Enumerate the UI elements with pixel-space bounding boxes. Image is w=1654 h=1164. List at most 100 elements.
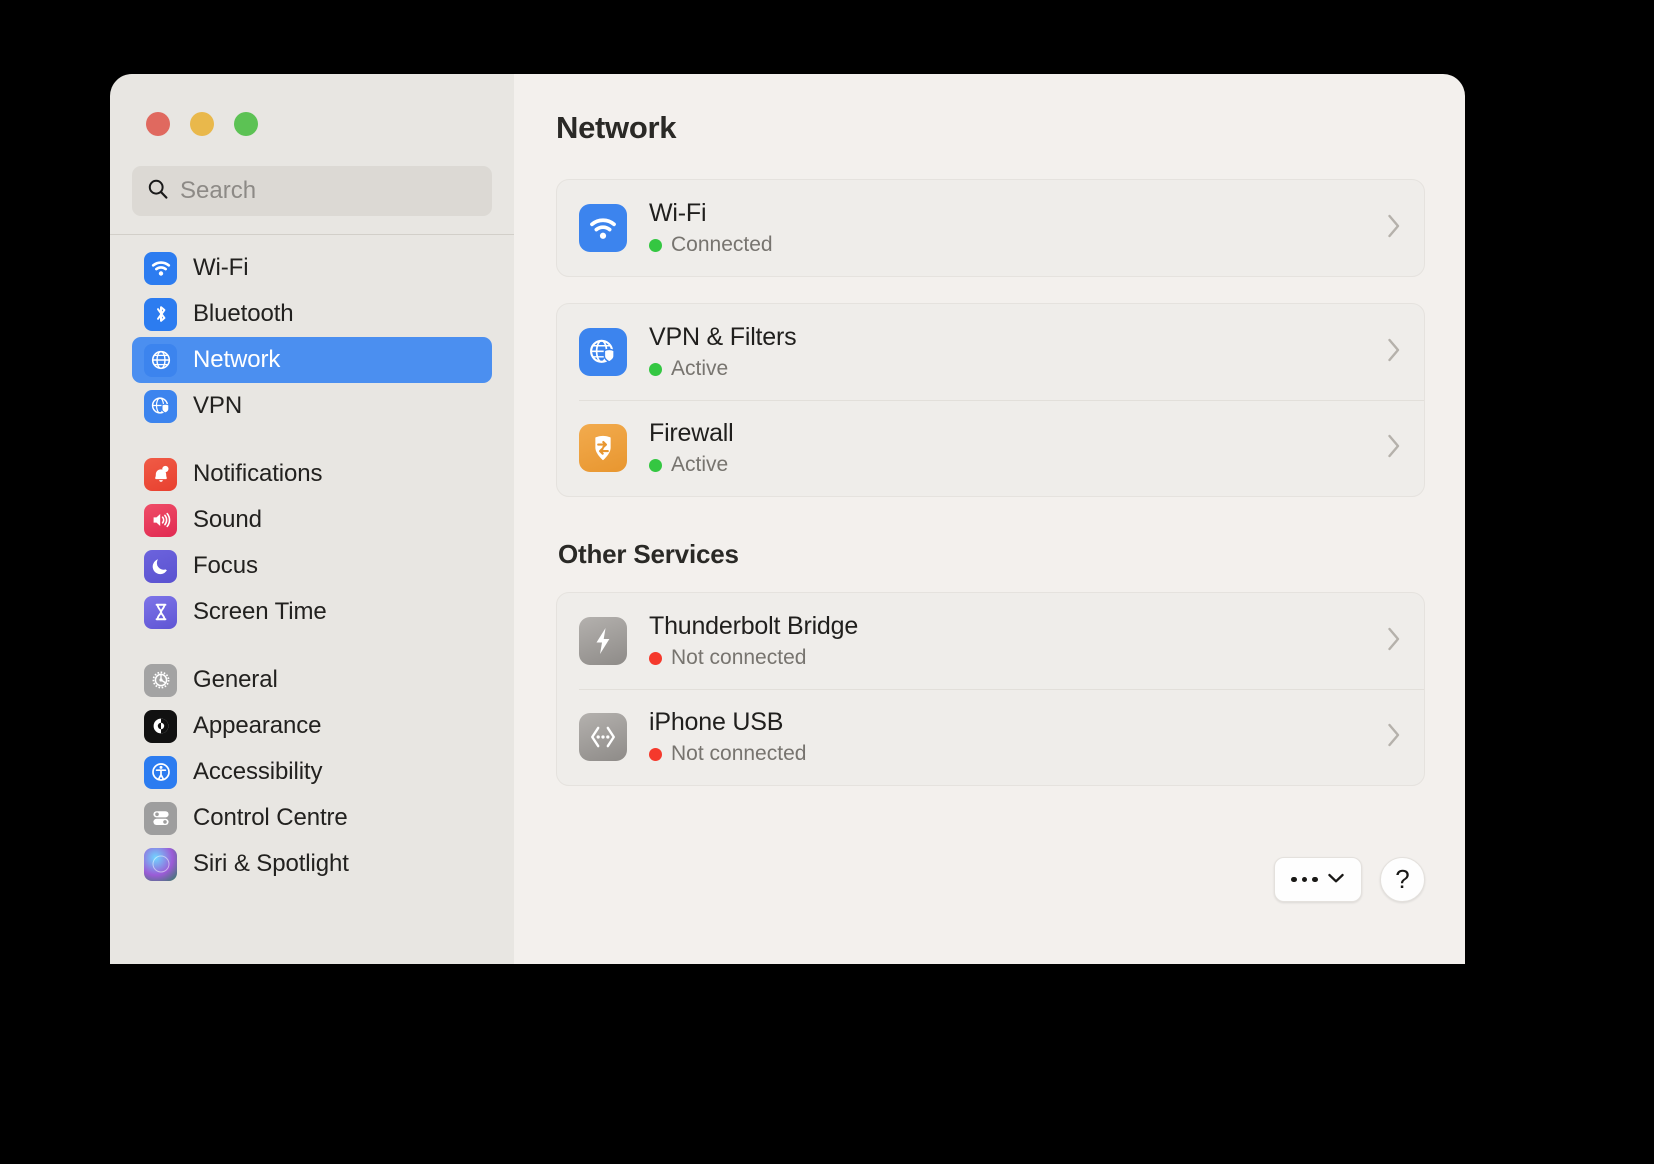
service-row-wi-fi[interactable]: Wi-Fi Connected bbox=[557, 180, 1424, 276]
service-title: Wi-Fi bbox=[649, 199, 707, 227]
thunderbolt-icon bbox=[579, 617, 627, 665]
wifi-icon bbox=[579, 204, 627, 252]
status-dot-green bbox=[649, 458, 662, 472]
sidebar-item-label: Notifications bbox=[193, 460, 323, 487]
bluetooth-icon bbox=[144, 297, 177, 331]
moon-icon bbox=[144, 549, 177, 583]
status-label: Not connected bbox=[671, 742, 807, 765]
service-row-vpn-and-filters[interactable]: VPN & Filters Active bbox=[557, 304, 1424, 400]
system-settings-window: Wi-Fi Bluetooth bbox=[110, 74, 1465, 964]
service-status: Not connected bbox=[649, 742, 1372, 766]
service-status: Active bbox=[649, 453, 1372, 477]
ellipsis-icon bbox=[1291, 876, 1318, 883]
sidebar-item-label: Sound bbox=[193, 506, 262, 533]
chevron-right-icon[interactable] bbox=[1386, 337, 1402, 368]
service-title: Thunderbolt Bridge bbox=[649, 612, 859, 640]
sidebar-group-connectivity: Wi-Fi Bluetooth Network VPN bbox=[132, 245, 492, 429]
status-dot-green bbox=[649, 238, 662, 252]
chevron-right-icon[interactable] bbox=[1386, 626, 1402, 657]
accessibility-icon bbox=[144, 755, 177, 789]
wifi-icon bbox=[144, 251, 177, 285]
search-box[interactable] bbox=[132, 166, 492, 216]
sidebar-item-network[interactable]: Network bbox=[132, 337, 492, 383]
service-title: Firewall bbox=[649, 419, 734, 447]
sidebar-item-bluetooth[interactable]: Bluetooth bbox=[132, 291, 492, 337]
status-label: Active bbox=[671, 453, 729, 476]
window-controls bbox=[110, 74, 514, 152]
sidebar-item-accessibility[interactable]: Accessibility bbox=[132, 749, 492, 795]
hourglass-icon bbox=[144, 595, 177, 629]
service-status: Not connected bbox=[649, 646, 1372, 670]
chevron-right-icon[interactable] bbox=[1386, 213, 1402, 244]
sidebar-item-screen-time[interactable]: Screen Time bbox=[132, 589, 492, 635]
service-row-thunderbolt-bridge[interactable]: Thunderbolt Bridge Not connected bbox=[557, 593, 1424, 689]
sidebar-item-focus[interactable]: Focus bbox=[132, 543, 492, 589]
sidebar-item-siri-and-spotlight[interactable]: Siri & Spotlight bbox=[132, 841, 492, 887]
service-row-iphone-usb[interactable]: iPhone USB Not connected bbox=[557, 689, 1424, 785]
service-title: iPhone USB bbox=[649, 708, 784, 736]
globe-icon bbox=[144, 343, 177, 377]
sidebar-item-label: Appearance bbox=[193, 712, 322, 739]
sidebar-item-sound[interactable]: Sound bbox=[132, 497, 492, 543]
sidebar-item-appearance[interactable]: Appearance bbox=[132, 703, 492, 749]
service-text: Firewall Active bbox=[649, 419, 1372, 477]
sidebar-item-label: VPN bbox=[193, 392, 243, 419]
sidebar-item-general[interactable]: General bbox=[132, 657, 492, 703]
screen: Wi-Fi Bluetooth bbox=[0, 0, 1654, 1164]
status-dot-red bbox=[649, 747, 662, 761]
status-dot-red bbox=[649, 651, 662, 665]
sidebar-item-label: Control Centre bbox=[193, 804, 348, 831]
status-dot-green bbox=[649, 362, 662, 376]
sidebar-item-label: General bbox=[193, 666, 278, 693]
page-title: Network bbox=[556, 110, 677, 145]
service-status: Active bbox=[649, 357, 1372, 381]
sidebar-item-label: Bluetooth bbox=[193, 300, 294, 327]
chevron-right-icon[interactable] bbox=[1386, 722, 1402, 753]
sidebar-item-label: Accessibility bbox=[193, 758, 323, 785]
sidebar-item-label: Wi-Fi bbox=[193, 254, 249, 281]
help-button[interactable]: ? bbox=[1380, 857, 1425, 902]
speaker-icon bbox=[144, 503, 177, 537]
footer-actions: ? bbox=[1274, 857, 1425, 902]
chevron-down-icon bbox=[1327, 871, 1345, 889]
network-card-other-services: Thunderbolt Bridge Not connected iPhone … bbox=[556, 592, 1425, 786]
sidebar-item-vpn[interactable]: VPN bbox=[132, 383, 492, 429]
bell-icon bbox=[144, 457, 177, 491]
service-text: VPN & Filters Active bbox=[649, 323, 1372, 381]
sidebar: Wi-Fi Bluetooth bbox=[110, 74, 514, 964]
status-label: Connected bbox=[671, 233, 773, 256]
network-card-security: VPN & Filters Active Firewall Active bbox=[556, 303, 1425, 497]
sidebar-group-personal: Notifications Sound Focus Screen Time bbox=[132, 451, 492, 635]
sidebar-item-label: Focus bbox=[193, 552, 258, 579]
iphone-usb-icon bbox=[579, 713, 627, 761]
service-row-firewall[interactable]: Firewall Active bbox=[557, 400, 1424, 496]
vpn-icon bbox=[144, 389, 177, 423]
vpn-filters-icon bbox=[579, 328, 627, 376]
service-status: Connected bbox=[649, 233, 1372, 257]
sidebar-item-notifications[interactable]: Notifications bbox=[132, 451, 492, 497]
more-options-button[interactable] bbox=[1274, 857, 1362, 902]
close-button[interactable] bbox=[146, 112, 170, 136]
service-text: Thunderbolt Bridge Not connected bbox=[649, 612, 1372, 670]
search-container bbox=[110, 152, 514, 216]
minimize-button[interactable] bbox=[190, 112, 214, 136]
gear-icon bbox=[144, 663, 177, 697]
sidebar-item-label: Siri & Spotlight bbox=[193, 850, 349, 877]
service-title: VPN & Filters bbox=[649, 323, 797, 351]
sidebar-item-wi-fi[interactable]: Wi-Fi bbox=[132, 245, 492, 291]
control-centre-icon bbox=[144, 801, 177, 835]
main-content: Network Wi-Fi Connected VPN & Filters Ac… bbox=[514, 74, 1465, 964]
appearance-icon bbox=[144, 709, 177, 743]
search-icon bbox=[146, 177, 170, 206]
sidebar-item-label: Screen Time bbox=[193, 598, 327, 625]
firewall-icon bbox=[579, 424, 627, 472]
service-text: iPhone USB Not connected bbox=[649, 708, 1372, 766]
maximize-button[interactable] bbox=[234, 112, 258, 136]
sidebar-group-system: General Appearance Accessibility Control… bbox=[132, 657, 492, 887]
sidebar-nav: Wi-Fi Bluetooth Network VPN Notification… bbox=[110, 235, 514, 964]
sidebar-item-control-centre[interactable]: Control Centre bbox=[132, 795, 492, 841]
siri-icon bbox=[144, 847, 177, 881]
section-title-other-services: Other Services bbox=[558, 539, 739, 569]
search-input[interactable] bbox=[180, 177, 478, 205]
chevron-right-icon[interactable] bbox=[1386, 433, 1402, 464]
